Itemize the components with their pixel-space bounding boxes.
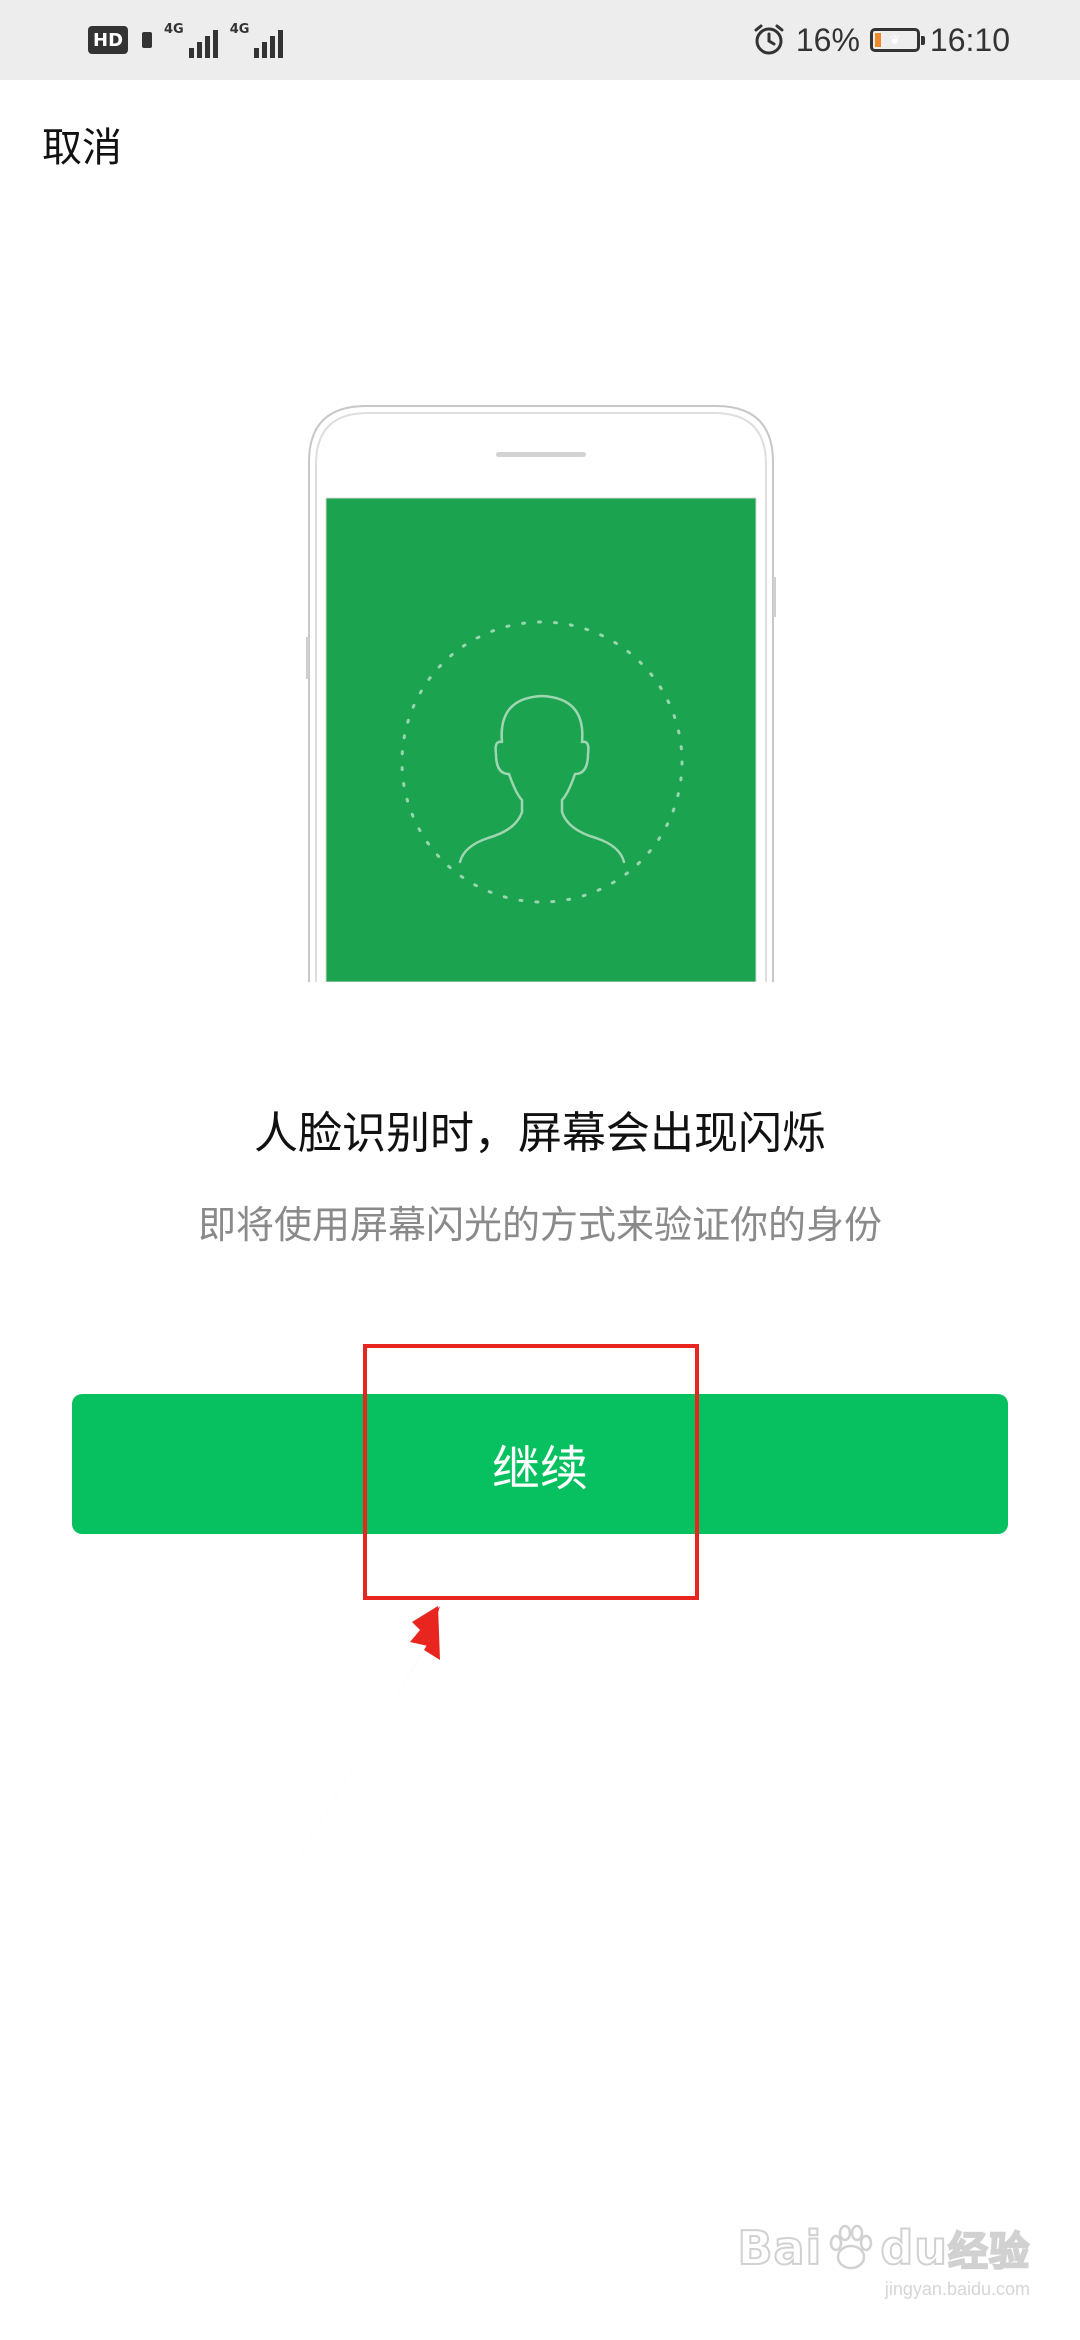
watermark-logo: Bai du 经验 [736,2220,1030,2276]
battery-icon: ❦ [869,28,925,52]
cancel-button[interactable]: 取消 [42,120,122,176]
paw-icon [830,2224,873,2270]
battery-level-fill [874,33,881,47]
headline: 人脸识别时，屏幕会出现闪烁 [254,1108,826,1159]
network-type-label: 4G [229,22,250,37]
baidu-jingyan-watermark: Bai du 经验 jingyan.baidu.com [736,2219,1030,2300]
status-bar-right: 16% ❦ 16:10 [752,18,1010,62]
volte-icon [142,32,153,48]
alarm-icon [754,24,784,55]
continue-button[interactable]: 继续 [72,1394,1008,1534]
network-type-label: 4G [164,22,184,37]
hd-icon: HD [88,26,129,54]
subline: 即将使用屏幕闪光的方式来验证你的身份 [197,1203,882,1247]
status-bar-left: HD 4G 4G [88,20,284,60]
signal-icon: 4G [230,22,284,58]
battery-percent: 16% [795,21,860,58]
watermark-url: jingyan.baidu.com [884,2279,1030,2299]
face-recognition-phone-illustration [306,405,776,982]
face-verify-intro-page: HD 4G 4G 16% ❦ 16:10 取消 人脸识别时，屏幕会出现闪烁 即将… [0,0,1080,2340]
power-saving-leaf-icon: ❦ [889,32,901,48]
pointer-arrow-icon [128,1606,440,2140]
status-bar: HD 4G 4G 16% ❦ 16:10 [0,0,1080,80]
clock-time: 16:10 [929,21,1010,58]
signal-icon: 4G [164,22,218,58]
